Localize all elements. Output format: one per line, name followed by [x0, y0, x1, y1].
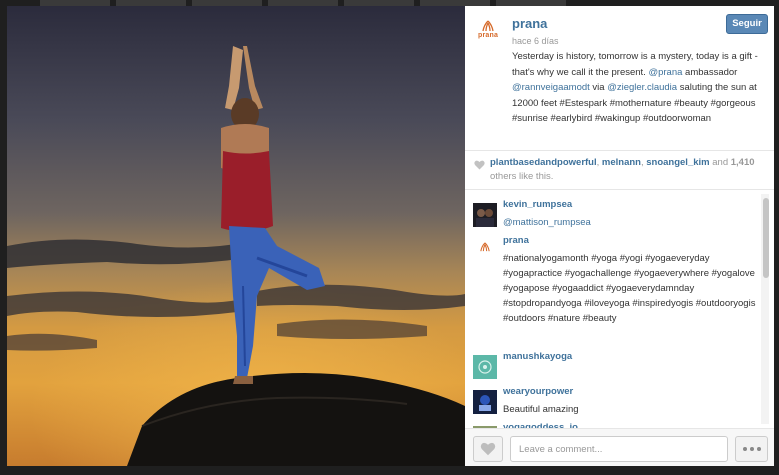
comment-username[interactable]: wearyourpower [503, 386, 573, 397]
liker-link[interactable]: plantbasedandpowerful [490, 157, 597, 168]
avatar[interactable] [473, 355, 497, 379]
comment-username[interactable]: kevin_rumpsea [503, 199, 572, 210]
avatar[interactable] [473, 390, 497, 414]
post-timestamp[interactable]: hace 6 días [512, 36, 559, 46]
comment-username[interactable]: manushkayoga [503, 351, 572, 362]
brand-wordmark: prana [477, 32, 499, 39]
post-side-panel: prana prana hace 6 días Seguir Yesterday… [465, 6, 774, 466]
mention-link[interactable]: @rannveigaamodt [512, 82, 590, 93]
likes-summary: plantbasedandpowerful, melnann, snoangel… [465, 152, 774, 190]
comment-text: Beautiful amazing [503, 404, 579, 415]
post-photo[interactable] [7, 6, 465, 466]
comment-username[interactable]: prana [503, 235, 529, 246]
avatar[interactable]: prana [475, 20, 501, 46]
likes-text: plantbasedandpowerful, melnann, snoangel… [490, 157, 755, 182]
avatar[interactable] [473, 239, 497, 263]
post-username[interactable]: prana [512, 16, 547, 31]
post-header: prana prana hace 6 días Seguir Yesterday… [465, 6, 774, 151]
list-item: wearyourpower Beautiful amazing [473, 386, 758, 422]
liker-link[interactable]: snoangel_kim [646, 157, 709, 168]
comment-text[interactable]: @mattison_rumpsea [503, 215, 761, 230]
like-button[interactable] [473, 436, 503, 462]
yoga-sunset-image [7, 6, 465, 466]
comments-list: kevin_rumpsea @mattison_rumpsea prana #n… [465, 191, 774, 428]
prana-logo-icon [480, 242, 490, 252]
comment-text: #nationalyogamonth #yoga #yogi #yogaever… [503, 253, 756, 324]
mention-link[interactable]: @ziegler.claudia [607, 82, 677, 93]
ellipsis-icon [742, 447, 747, 451]
avatar[interactable] [473, 203, 497, 227]
follow-button[interactable]: Seguir [726, 14, 768, 34]
post-caption: Yesterday is history, tomorrow is a myst… [512, 51, 758, 124]
prana-logo-icon [482, 20, 494, 32]
heart-icon [474, 160, 485, 170]
comment-input[interactable] [510, 436, 728, 462]
list-item: prana #nationalyogamonth #yoga #yogi #yo… [473, 235, 758, 345]
comment-footer [465, 428, 774, 466]
heart-icon [480, 442, 496, 456]
more-options-button[interactable] [735, 436, 768, 462]
scrollbar-thumb[interactable] [763, 198, 769, 278]
mention-link[interactable]: @prana [648, 67, 682, 78]
liker-link[interactable]: melnann [602, 157, 641, 168]
likes-count[interactable]: 1,410 [731, 157, 755, 168]
list-item: manushkayoga [473, 351, 758, 381]
list-item: kevin_rumpsea @mattison_rumpsea [473, 199, 758, 235]
